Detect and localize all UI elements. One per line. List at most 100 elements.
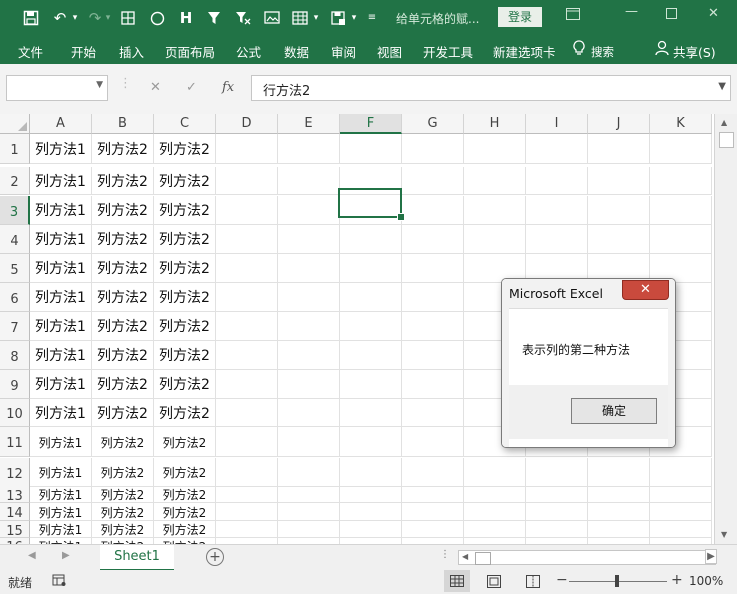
page-break-view-icon[interactable] <box>526 575 540 591</box>
cell-e12[interactable] <box>278 458 340 487</box>
cell-a8[interactable]: 列方法1 <box>30 341 92 370</box>
macro-record-icon[interactable] <box>52 574 66 590</box>
cell-k13[interactable] <box>650 486 712 503</box>
cell-h14[interactable] <box>464 503 526 521</box>
vertical-scroll-thumb[interactable] <box>719 132 734 148</box>
filter-icon[interactable] <box>204 7 224 29</box>
cell-b9[interactable]: 列方法2 <box>92 370 154 399</box>
normal-view-icon[interactable] <box>444 570 470 592</box>
cell-a11[interactable]: 列方法1 <box>30 427 92 457</box>
cell-d7[interactable] <box>216 312 278 341</box>
cell-f6[interactable] <box>340 283 402 312</box>
cell-e6[interactable] <box>278 283 340 312</box>
row-header-8[interactable]: 8 <box>0 341 30 370</box>
cell-i12[interactable] <box>526 458 588 487</box>
cell-d9[interactable] <box>216 370 278 399</box>
cell-b5[interactable]: 列方法2 <box>92 254 154 283</box>
cell-c13[interactable]: 列方法2 <box>154 486 216 503</box>
row-header-12[interactable]: 12 <box>0 458 30 487</box>
undo-icon[interactable]: ↶ <box>50 7 70 29</box>
sheet-prev-icon[interactable]: ◀ <box>28 550 36 561</box>
shape-circle-icon[interactable] <box>148 7 166 29</box>
cell-h2[interactable] <box>464 167 526 195</box>
split-handle-icon[interactable]: ⋮ <box>440 549 450 560</box>
cell-a10[interactable]: 列方法1 <box>30 399 92 427</box>
vertical-scrollbar[interactable]: ▲ ▼ <box>714 114 737 544</box>
cell-c7[interactable]: 列方法2 <box>154 312 216 341</box>
column-header-c[interactable]: C <box>154 114 216 134</box>
row-header-9[interactable]: 9 <box>0 370 30 399</box>
cell-g9[interactable] <box>402 370 464 399</box>
cell-g13[interactable] <box>402 486 464 503</box>
cell-b11[interactable]: 列方法2 <box>92 427 154 457</box>
customize-qat-icon[interactable]: ≡ <box>366 7 378 29</box>
enter-icon[interactable]: ✓ <box>186 80 197 95</box>
column-header-f[interactable]: F <box>340 114 402 134</box>
zoom-in-icon[interactable]: + <box>671 572 683 588</box>
cell-a13[interactable]: 列方法1 <box>30 486 92 503</box>
cell-c5[interactable]: 列方法2 <box>154 254 216 283</box>
cell-a9[interactable]: 列方法1 <box>30 370 92 399</box>
cell-e3[interactable] <box>278 196 340 225</box>
cell-h1[interactable] <box>464 134 526 164</box>
row-header-1[interactable]: 1 <box>0 134 30 164</box>
tab-home[interactable]: 开始 <box>71 42 96 61</box>
cell-b6[interactable]: 列方法2 <box>92 283 154 312</box>
zoom-slider-thumb[interactable] <box>615 575 619 587</box>
tab-file[interactable]: 文件 <box>18 42 43 61</box>
cell-e5[interactable] <box>278 254 340 283</box>
column-header-e[interactable]: E <box>278 114 340 134</box>
cell-d15[interactable] <box>216 521 278 538</box>
cell-d14[interactable] <box>216 503 278 521</box>
cell-a1[interactable]: 列方法1 <box>30 134 92 164</box>
tab-insert[interactable]: 插入 <box>119 42 144 61</box>
cell-c14[interactable]: 列方法2 <box>154 503 216 521</box>
add-sheet-icon[interactable]: + <box>206 548 224 566</box>
cell-a6[interactable]: 列方法1 <box>30 283 92 312</box>
cell-f1[interactable] <box>340 134 402 164</box>
save-icon[interactable] <box>22 7 40 29</box>
scroll-left-icon[interactable]: ◀ <box>462 552 468 561</box>
close-icon[interactable]: ✕ <box>708 6 719 21</box>
cell-e4[interactable] <box>278 225 340 254</box>
row-header-2[interactable]: 2 <box>0 167 30 195</box>
cell-d10[interactable] <box>216 399 278 427</box>
cell-b4[interactable]: 列方法2 <box>92 225 154 254</box>
cell-g4[interactable] <box>402 225 464 254</box>
cell-j3[interactable] <box>588 196 650 225</box>
cell-i1[interactable] <box>526 134 588 164</box>
cell-g3[interactable] <box>402 196 464 225</box>
row-header-13[interactable]: 13 <box>0 486 30 504</box>
borders-icon[interactable] <box>119 7 137 29</box>
page-layout-view-icon[interactable] <box>487 575 501 591</box>
cell-c12[interactable]: 列方法2 <box>154 458 216 487</box>
redo-dropdown-icon[interactable]: ▾ <box>103 7 113 29</box>
cell-h3[interactable] <box>464 196 526 225</box>
select-all-button[interactable] <box>0 114 30 134</box>
cell-j12[interactable] <box>588 458 650 487</box>
cell-a12[interactable]: 列方法1 <box>30 458 92 487</box>
sheet-next-icon[interactable]: ▶ <box>62 550 70 561</box>
row-header-15[interactable]: 15 <box>0 521 30 539</box>
cell-j4[interactable] <box>588 225 650 254</box>
column-header-k[interactable]: K <box>650 114 712 134</box>
row-header-3[interactable]: 3 <box>0 196 30 225</box>
cell-d4[interactable] <box>216 225 278 254</box>
cell-d1[interactable] <box>216 134 278 164</box>
column-header-j[interactable]: J <box>588 114 650 134</box>
cell-j14[interactable] <box>588 503 650 521</box>
cell-g10[interactable] <box>402 399 464 427</box>
cell-c9[interactable]: 列方法2 <box>154 370 216 399</box>
cell-g14[interactable] <box>402 503 464 521</box>
cell-a5[interactable]: 列方法1 <box>30 254 92 283</box>
cell-i2[interactable] <box>526 167 588 195</box>
save-as-icon[interactable] <box>328 7 348 29</box>
undo-dropdown-icon[interactable]: ▾ <box>70 7 80 29</box>
picture-icon[interactable] <box>262 7 282 29</box>
cell-b15[interactable]: 列方法2 <box>92 521 154 538</box>
cell-b13[interactable]: 列方法2 <box>92 486 154 503</box>
cell-e11[interactable] <box>278 427 340 457</box>
maximize-icon[interactable] <box>666 8 677 23</box>
column-header-i[interactable]: I <box>526 114 588 134</box>
cell-k1[interactable] <box>650 134 712 164</box>
